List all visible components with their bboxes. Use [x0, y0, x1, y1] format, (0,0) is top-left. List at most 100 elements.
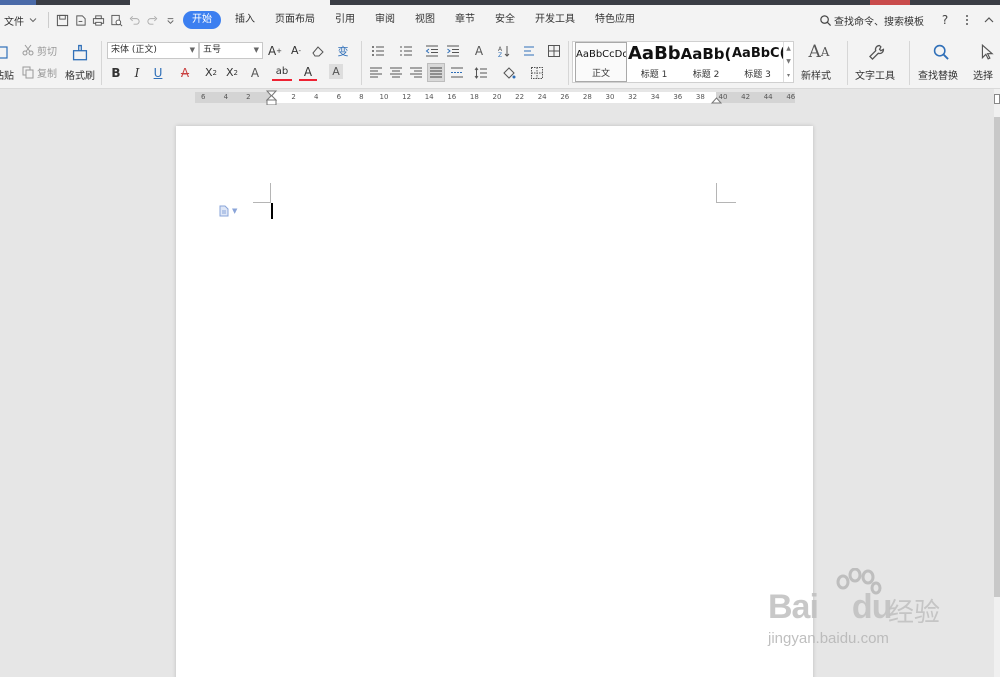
tab-references[interactable]: 引用	[325, 11, 365, 29]
more-options-button[interactable]	[956, 9, 978, 31]
style-heading-3[interactable]: AaBbC( 标题 3	[732, 42, 783, 82]
sort-button[interactable]: AZ	[496, 42, 512, 59]
text-tools-button[interactable]	[866, 41, 888, 63]
align-right-button[interactable]	[408, 64, 424, 81]
superscript-button[interactable]: X2	[203, 64, 219, 81]
vertical-scrollbar[interactable]	[994, 89, 1000, 677]
font-size-select[interactable]: 五号 ▼	[199, 42, 263, 59]
tab-security[interactable]: 安全	[485, 11, 525, 29]
text-effects-button[interactable]: A	[246, 64, 264, 81]
copy-button[interactable]: 复制	[21, 64, 57, 80]
tab-home[interactable]: 开始	[183, 11, 221, 29]
command-search[interactable]: 查找命令、搜索模板	[819, 13, 924, 28]
numbering-button[interactable]	[395, 42, 417, 59]
ruler-tick-label: 6	[200, 93, 206, 101]
ribbon-group-divider	[101, 41, 102, 85]
indent-marker-icon[interactable]	[266, 90, 277, 106]
grow-font-button[interactable]: A +	[267, 42, 283, 59]
style-heading-3-label: 标题 3	[744, 70, 771, 80]
cut-button[interactable]: 剪切	[21, 42, 57, 58]
style-heading-2[interactable]: AaBb( 标题 2	[680, 42, 732, 82]
align-center-icon	[390, 67, 402, 77]
redo-button[interactable]	[143, 11, 161, 29]
print-preview-icon	[110, 14, 122, 26]
format-painter-button[interactable]	[70, 41, 90, 63]
distributed-align-icon	[451, 67, 463, 77]
styles-gallery-scroller[interactable]: ▲ ▼ ▾	[783, 42, 793, 82]
file-menu-button[interactable]: 文件	[0, 10, 44, 30]
chevron-down-icon: ▼	[232, 207, 238, 215]
phonetic-guide-button[interactable]: 变	[332, 42, 354, 59]
chevron-down-icon: ▼	[786, 58, 791, 66]
undo-button[interactable]	[125, 11, 143, 29]
right-indent-marker-icon[interactable]	[711, 94, 722, 104]
ruler-tick-label: 2	[291, 93, 296, 101]
tab-developer[interactable]: 开发工具	[525, 11, 585, 29]
style-heading-3-sample: AaBbC(	[732, 46, 783, 61]
print-preview-button[interactable]	[107, 11, 125, 29]
underline-button[interactable]: U	[149, 64, 167, 81]
select-button[interactable]	[978, 41, 996, 63]
character-shading-button[interactable]: A	[329, 64, 343, 79]
chevron-up-icon: ▲	[786, 45, 791, 53]
ruler-tick-label: 6	[336, 93, 342, 101]
align-left-button[interactable]	[368, 64, 384, 81]
borders-button[interactable]	[526, 64, 548, 81]
collapse-ribbon-button[interactable]	[978, 9, 1000, 31]
style-heading-2-sample: AaBb(	[680, 45, 732, 63]
subscript-button[interactable]: X2	[224, 64, 240, 81]
font-name-select[interactable]: 宋体 (正文) ▼	[107, 42, 199, 59]
clear-formatting-button[interactable]	[310, 42, 326, 59]
print-button[interactable]	[89, 11, 107, 29]
tab-special-features[interactable]: 特色应用	[585, 11, 645, 29]
italic-button[interactable]: I	[130, 64, 144, 81]
bullets-button[interactable]	[367, 42, 389, 59]
vertical-ellipsis-icon	[966, 15, 968, 25]
watermark-brand-part-1: Bai	[768, 588, 819, 626]
font-color-button[interactable]: A	[299, 64, 317, 81]
tab-insert[interactable]: 插入	[225, 11, 265, 29]
ruler-tick-label: 20	[492, 93, 502, 101]
chevron-down-icon: ▼	[253, 46, 259, 54]
justify-button[interactable]	[427, 63, 445, 82]
align-center-button[interactable]	[388, 64, 404, 81]
line-spacing-button[interactable]	[470, 64, 492, 81]
increase-indent-button[interactable]	[445, 42, 461, 59]
style-heading-2-label: 标题 2	[692, 70, 720, 80]
scrollbar-thumb[interactable]	[994, 117, 1000, 597]
chinese-layout-button[interactable]: A	[468, 42, 490, 59]
command-search-placeholder: 查找命令、搜索模板	[834, 16, 924, 28]
tab-page-layout[interactable]: 页面布局	[265, 11, 325, 29]
tab-view[interactable]: 视图	[405, 11, 445, 29]
ruler-tick-label: 14	[424, 93, 434, 101]
strikethrough-button[interactable]: A	[176, 64, 194, 81]
paste-button[interactable]	[0, 41, 10, 63]
ruler-tick-label: 8	[359, 93, 364, 101]
baidu-jingyan-watermark: Bai du 经验 jingyan.baidu.com	[763, 568, 963, 658]
ribbon-toolbar: 粘贴 剪切 复制 格式刷 宋体 (正文)▼ 五号▼ A+ A- 变 B I U …	[0, 35, 1000, 89]
ribbon-group-divider	[568, 41, 569, 85]
tab-review[interactable]: 审阅	[365, 11, 405, 29]
style-heading-1[interactable]: AaBb 标题 1	[628, 42, 680, 82]
horizontal-ruler[interactable]: 6 4 2 2 4 6 8 10 12 14 16 18 20 22 24 26 28 30 32 34 36 38 40 4…	[0, 89, 994, 106]
style-normal[interactable]: AaBbCcDd 正文	[575, 42, 627, 82]
shading-button[interactable]	[498, 64, 520, 81]
save-button[interactable]	[53, 11, 71, 29]
table-grid-button[interactable]	[546, 42, 562, 59]
export-pdf-button[interactable]	[71, 11, 89, 29]
customize-quick-access-button[interactable]	[161, 11, 179, 29]
decrease-indent-button[interactable]	[424, 42, 440, 59]
paragraph-handle[interactable]: ▼	[218, 205, 237, 217]
tab-sections[interactable]: 章节	[445, 11, 485, 29]
ruler-tick-label: 2	[246, 93, 251, 101]
document-page[interactable]: ▼	[176, 126, 813, 677]
shrink-font-button[interactable]: A-	[288, 42, 304, 59]
highlight-color-button[interactable]: ab	[272, 64, 292, 81]
show-hide-marks-button[interactable]	[518, 42, 540, 59]
distributed-align-button[interactable]	[449, 64, 465, 81]
help-button[interactable]: ?	[934, 9, 956, 31]
find-replace-button[interactable]	[930, 41, 952, 63]
bold-button[interactable]: B	[109, 64, 123, 81]
new-style-button[interactable]: AA	[808, 41, 830, 63]
ruler-tick-label: 16	[447, 93, 457, 101]
